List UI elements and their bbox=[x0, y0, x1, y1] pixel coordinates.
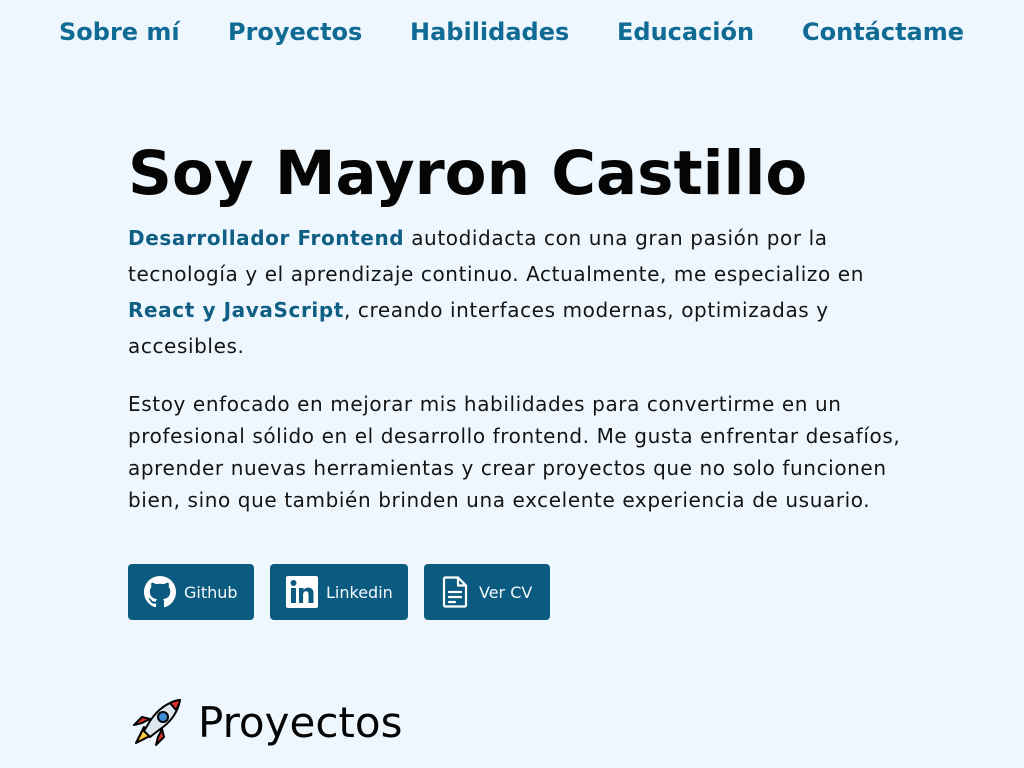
linkedin-icon bbox=[286, 576, 318, 608]
nav-link-sobre-mi[interactable]: Sobre mí bbox=[59, 14, 180, 50]
ver-cv-button[interactable]: Ver CV bbox=[424, 564, 550, 620]
projects-heading: Proyectos bbox=[128, 696, 402, 750]
about-paragraph: Estoy enfocado en mejorar mis habilidade… bbox=[128, 392, 901, 512]
document-icon bbox=[442, 576, 468, 608]
intro-highlight-role: Desarrollador Frontend bbox=[128, 226, 405, 250]
ver-cv-button-label: Ver CV bbox=[479, 582, 533, 602]
github-button-label: Github bbox=[184, 582, 238, 602]
rocket-icon bbox=[130, 697, 184, 749]
linkedin-button[interactable]: Linkedin bbox=[270, 564, 408, 620]
nav-link-contactame[interactable]: Contáctame bbox=[802, 14, 964, 50]
nav-link-habilidades[interactable]: Habilidades bbox=[410, 14, 569, 50]
nav-link-educacion[interactable]: Educación bbox=[617, 14, 754, 50]
hero-intro: Desarrollador Frontend autodidacta con u… bbox=[128, 220, 908, 364]
linkedin-button-label: Linkedin bbox=[326, 582, 393, 602]
projects-title: Proyectos bbox=[198, 698, 403, 747]
nav-link-proyectos[interactable]: Proyectos bbox=[228, 14, 362, 50]
hero-title: Soy Mayron Castillo bbox=[128, 138, 808, 209]
main-navigation: Sobre mí Proyectos Habilidades Educación… bbox=[0, 14, 1024, 50]
github-button[interactable]: Github bbox=[128, 564, 254, 620]
intro-highlight-tech: React y JavaScript bbox=[128, 298, 344, 322]
github-icon bbox=[144, 576, 176, 608]
